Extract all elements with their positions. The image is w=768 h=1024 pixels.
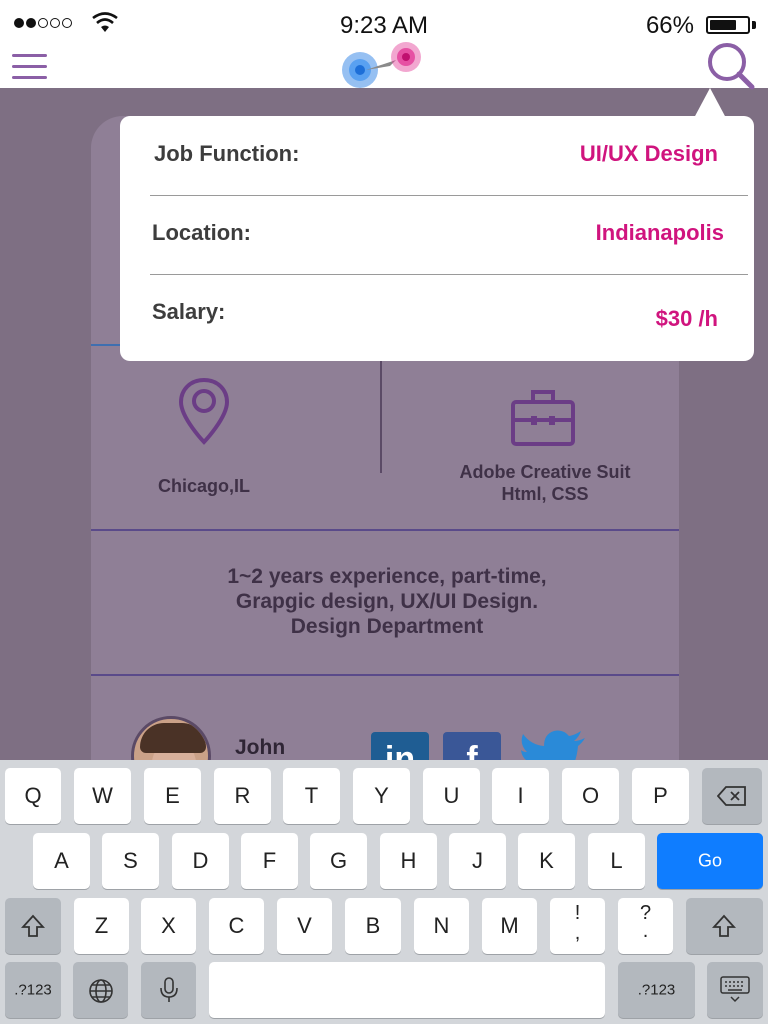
filter-value: $30 /h: [655, 306, 718, 331]
dictation-key[interactable]: [141, 962, 196, 1018]
keyboard: Q W E R T Y U I O P A S D F G H J K L Go…: [0, 760, 768, 1024]
skills-line-1: Adobe Creative Suit: [459, 462, 631, 482]
experience-line-3: Design Department: [290, 615, 484, 638]
shift-icon: [712, 914, 736, 937]
numbers-key-left[interactable]: .?123: [5, 962, 61, 1018]
filter-value: Indianapolis: [595, 220, 724, 245]
experience-line-1: 1~2 years experience, part-time,: [227, 565, 547, 588]
backspace-icon: [717, 786, 746, 806]
key-i[interactable]: I: [492, 768, 549, 824]
job-experience: 1~2 years experience, part-time, Grapgic…: [91, 564, 683, 639]
go-key[interactable]: Go: [657, 833, 763, 889]
shift-key-left[interactable]: [5, 898, 61, 954]
popover-pointer: [694, 88, 726, 118]
key-g[interactable]: G: [310, 833, 367, 889]
key-m[interactable]: M: [482, 898, 537, 954]
key-p[interactable]: P: [632, 768, 689, 824]
search-icon[interactable]: [706, 42, 756, 90]
key-a[interactable]: A: [33, 833, 90, 889]
battery-percent: 66%: [645, 12, 694, 39]
briefcase-icon: [511, 390, 575, 446]
location-pin-icon: [178, 377, 230, 445]
skills-line-2: Html, CSS: [501, 484, 589, 504]
filter-label: Location:: [152, 220, 251, 245]
hamburger-icon[interactable]: [12, 52, 48, 80]
key-d[interactable]: D: [172, 833, 229, 889]
filter-row-salary[interactable]: Salary: $30 /h: [120, 274, 754, 352]
space-key[interactable]: [209, 962, 605, 1018]
battery-icon: [706, 16, 750, 34]
shift-icon: [21, 914, 45, 937]
filter-label: Job Function:: [154, 141, 300, 166]
key-e[interactable]: E: [144, 768, 201, 824]
filter-popover: Job Function: UI/UX Design Location: Ind…: [120, 116, 754, 361]
globe-icon: [89, 979, 113, 1003]
key-v[interactable]: V: [277, 898, 332, 954]
key-c[interactable]: C: [209, 898, 264, 954]
numbers-key-right[interactable]: .?123: [618, 962, 695, 1018]
job-location: Chicago,IL: [157, 476, 250, 496]
job-skills: Adobe Creative Suit Html, CSS: [431, 461, 659, 505]
key-t[interactable]: T: [283, 768, 340, 824]
experience-line-2: Grapgic design, UX/UI Design.: [235, 590, 539, 613]
key-question-period[interactable]: ? .: [618, 898, 673, 954]
filter-label: Salary:: [152, 299, 226, 324]
key-o[interactable]: O: [562, 768, 619, 824]
key-x[interactable]: X: [141, 898, 196, 954]
key-exclamation-comma[interactable]: ! ,: [550, 898, 605, 954]
key-l[interactable]: L: [588, 833, 645, 889]
key-z[interactable]: Z: [74, 898, 129, 954]
key-w[interactable]: W: [74, 768, 131, 824]
globe-key[interactable]: [73, 962, 128, 1018]
microphone-icon: [160, 977, 178, 1002]
filter-row-location[interactable]: Location: Indianapolis: [120, 195, 754, 273]
keyboard-dismiss-icon: [720, 976, 750, 1003]
contact-name: John: [235, 736, 286, 759]
key-q[interactable]: Q: [5, 768, 61, 824]
key-k[interactable]: K: [518, 833, 575, 889]
hide-keyboard-key[interactable]: [707, 962, 763, 1018]
backspace-key[interactable]: [702, 768, 762, 824]
key-f[interactable]: F: [241, 833, 298, 889]
key-b[interactable]: B: [345, 898, 401, 954]
key-j[interactable]: J: [449, 833, 506, 889]
key-h[interactable]: H: [380, 833, 437, 889]
key-n[interactable]: N: [414, 898, 469, 954]
key-u[interactable]: U: [423, 768, 480, 824]
key-s[interactable]: S: [102, 833, 159, 889]
filter-value: UI/UX Design: [579, 141, 718, 166]
key-y[interactable]: Y: [353, 768, 410, 824]
key-r[interactable]: R: [214, 768, 271, 824]
app-logo-icon: [342, 42, 421, 88]
filter-row-job-function[interactable]: Job Function: UI/UX Design: [120, 116, 754, 194]
shift-key-right[interactable]: [686, 898, 763, 954]
